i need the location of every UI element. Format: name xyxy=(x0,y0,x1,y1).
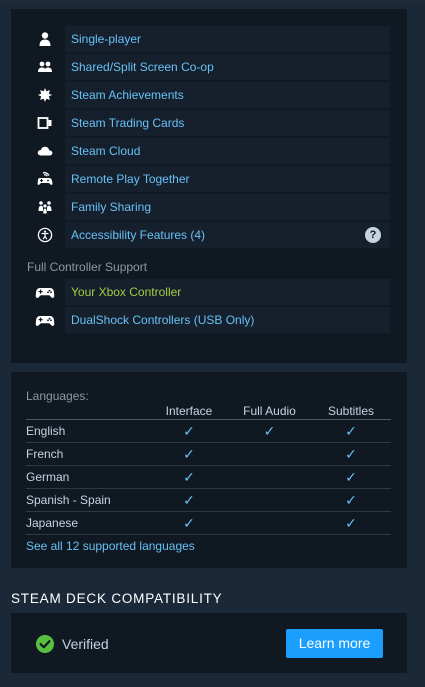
column-header-interface: Interface xyxy=(150,404,228,420)
feature-label: Accessibility Features (4) ? xyxy=(65,222,390,248)
two-people-icon xyxy=(27,54,63,80)
check-icon: ✓ xyxy=(150,511,228,535)
empty-cell xyxy=(228,442,311,466)
check-icon: ✓ xyxy=(311,511,391,535)
steam-deck-panel: Verified Learn more xyxy=(11,613,407,673)
languages-table: Interface Full Audio Subtitles English ✓… xyxy=(26,404,391,535)
check-icon: ✓ xyxy=(311,419,391,443)
accessibility-icon xyxy=(27,222,63,248)
feature-label: Single-player xyxy=(65,26,390,52)
learn-more-button[interactable]: Learn more xyxy=(286,629,383,658)
feature-label: Steam Cloud xyxy=(65,138,390,164)
check-icon: ✓ xyxy=(228,419,311,443)
language-name: German xyxy=(26,465,150,489)
verified-check-icon xyxy=(36,635,54,653)
empty-cell xyxy=(228,511,311,535)
features-panel: Single-player Shared/Split Screen Co-op … xyxy=(11,9,407,363)
check-icon: ✓ xyxy=(311,465,391,489)
family-icon xyxy=(27,194,63,220)
help-icon[interactable]: ? xyxy=(365,227,381,243)
feature-label: Remote Play Together xyxy=(65,166,390,192)
column-header-subtitles: Subtitles xyxy=(311,404,391,420)
language-row: French ✓ ✓ xyxy=(26,442,391,466)
language-name: French xyxy=(26,442,150,466)
column-header-full-audio: Full Audio xyxy=(228,404,311,420)
languages-panel: Languages: Interface Full Audio Subtitle… xyxy=(11,372,407,568)
feature-family-sharing[interactable]: Family Sharing xyxy=(27,194,390,220)
top-divider xyxy=(0,0,425,4)
empty-cell xyxy=(228,465,311,489)
check-icon: ✓ xyxy=(150,488,228,512)
languages-heading: Languages: xyxy=(26,389,89,403)
controller-xbox[interactable]: Your Xbox Controller xyxy=(27,279,390,305)
language-name: Spanish - Spain xyxy=(26,488,150,512)
person-icon xyxy=(27,26,63,52)
controller-support-title: Full Controller Support xyxy=(27,260,148,274)
language-row: Japanese ✓ ✓ xyxy=(26,511,391,535)
languages-header-row: Interface Full Audio Subtitles xyxy=(26,404,391,420)
feature-label: Steam Trading Cards xyxy=(65,110,390,136)
feature-steam-achievements[interactable]: Steam Achievements xyxy=(27,82,390,108)
remote-play-icon xyxy=(27,166,63,192)
empty-cell xyxy=(228,488,311,512)
check-icon: ✓ xyxy=(150,465,228,489)
feature-remote-play-together[interactable]: Remote Play Together xyxy=(27,166,390,192)
language-row: Spanish - Spain ✓ ✓ xyxy=(26,488,391,512)
steam-deck-title: STEAM DECK COMPATIBILITY xyxy=(11,591,223,606)
controller-dualshock[interactable]: DualShock Controllers (USB Only) xyxy=(27,307,390,333)
check-icon: ✓ xyxy=(311,488,391,512)
cloud-icon xyxy=(27,138,63,164)
feature-steam-trading-cards[interactable]: Steam Trading Cards xyxy=(27,110,390,136)
see-all-languages-link[interactable]: See all 12 supported languages xyxy=(26,539,195,553)
feature-label: Steam Achievements xyxy=(65,82,390,108)
check-icon: ✓ xyxy=(311,442,391,466)
trading-cards-icon xyxy=(27,110,63,136)
achievement-star-icon xyxy=(27,82,63,108)
language-name: Japanese xyxy=(26,511,150,535)
language-row: English ✓ ✓ ✓ xyxy=(26,419,391,443)
feature-label: Family Sharing xyxy=(65,194,390,220)
feature-label: Shared/Split Screen Co-op xyxy=(65,54,390,80)
check-icon: ✓ xyxy=(150,419,228,443)
feature-shared-split-screen-coop[interactable]: Shared/Split Screen Co-op xyxy=(27,54,390,80)
column-header-language xyxy=(26,404,150,420)
language-name: English xyxy=(26,419,150,443)
language-row: German ✓ ✓ xyxy=(26,465,391,489)
compatibility-status: Verified xyxy=(62,636,109,652)
feature-single-player[interactable]: Single-player xyxy=(27,26,390,52)
controller-list: Your Xbox Controller DualShock Controlle… xyxy=(27,279,390,335)
feature-accessibility[interactable]: Accessibility Features (4) ? xyxy=(27,222,390,248)
check-icon: ✓ xyxy=(150,442,228,466)
feature-steam-cloud[interactable]: Steam Cloud xyxy=(27,138,390,164)
gamepad-icon xyxy=(27,307,63,333)
feature-list: Single-player Shared/Split Screen Co-op … xyxy=(27,26,390,250)
feature-label: DualShock Controllers (USB Only) xyxy=(65,307,390,333)
feature-label: Your Xbox Controller xyxy=(65,279,390,305)
gamepad-icon xyxy=(27,279,63,305)
